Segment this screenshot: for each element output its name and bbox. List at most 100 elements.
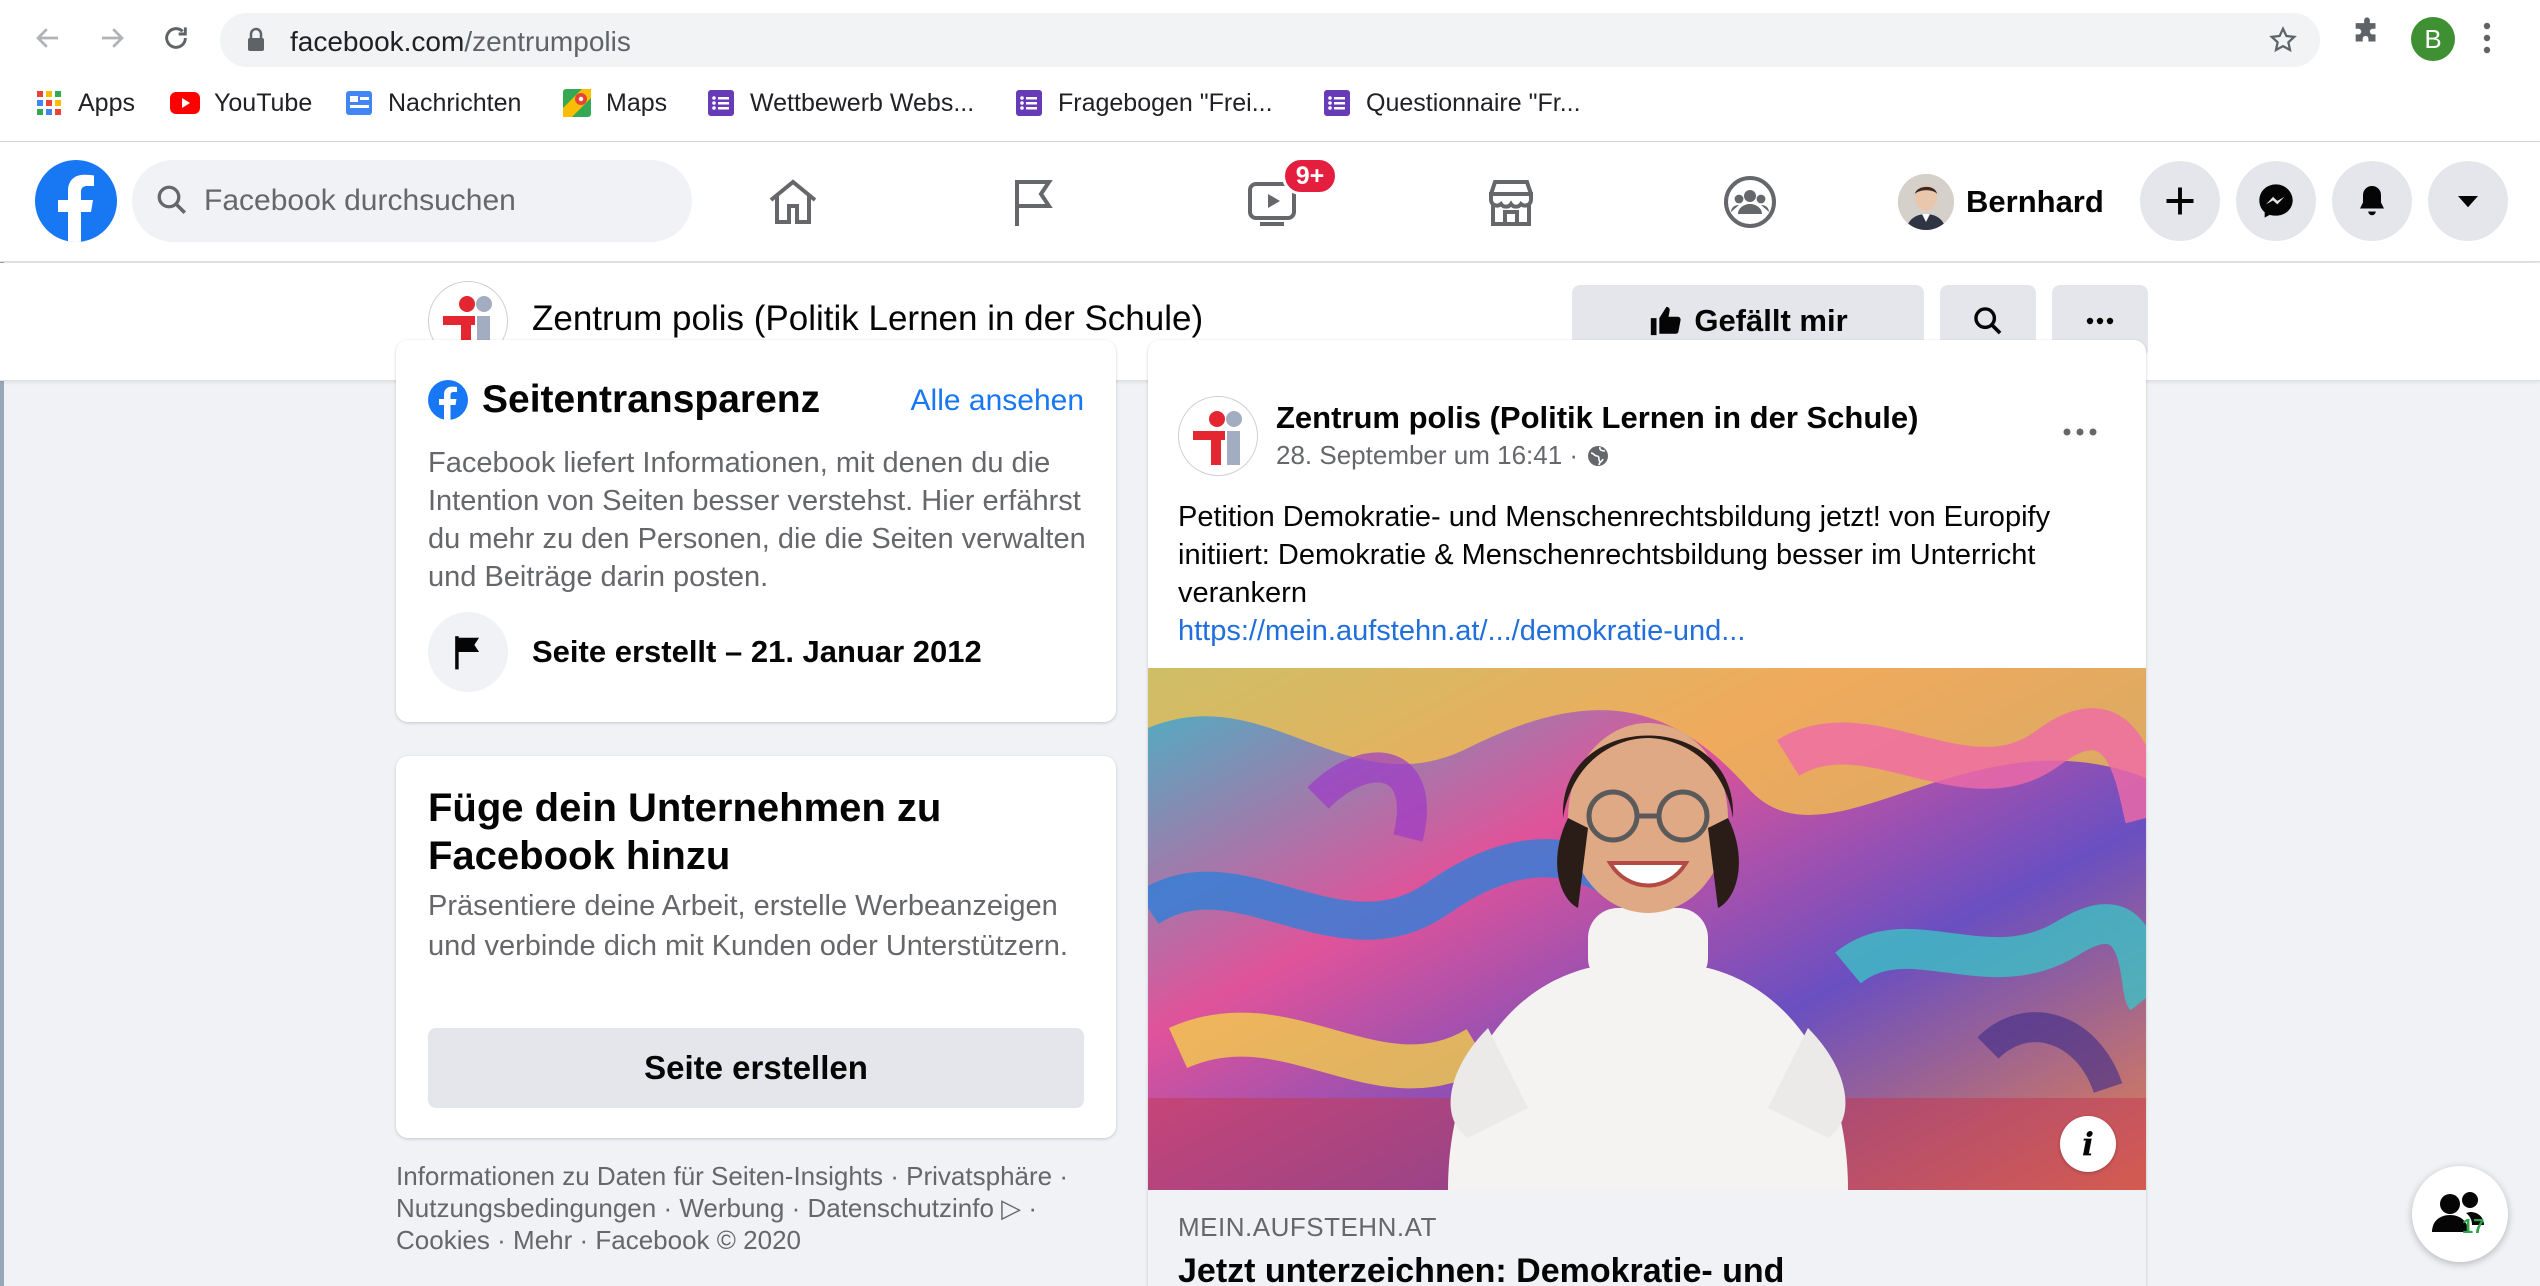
tab-marketplace[interactable] (1411, 142, 1611, 262)
messenger-button[interactable] (2236, 161, 2316, 241)
bookmark-fragebogen[interactable]: Fragebogen "Frei... (1014, 86, 1273, 120)
profile-name: Bernhard (1966, 184, 2104, 219)
tab-groups[interactable] (1650, 142, 1850, 262)
post-timestamp[interactable]: 28. September um 16:41 · (1276, 440, 1578, 471)
more-dots-icon (2086, 317, 2114, 325)
bookmark-label: Wettbewerb Webs... (750, 88, 975, 117)
post-body: Petition Demokratie- und Menschenrechtsb… (1178, 501, 2051, 609)
facebook-search-field[interactable] (132, 160, 692, 242)
page-title: Zentrum polis (Politik Lernen in der Sch… (532, 299, 1204, 338)
flag-icon (428, 612, 508, 692)
facebook-search-input[interactable] (204, 178, 664, 224)
bookmark-star-icon[interactable] (2268, 25, 2298, 60)
transparency-heading: Seitentransparenz (428, 378, 820, 422)
info-icon[interactable]: i (2060, 1116, 2116, 1172)
footer-line[interactable]: Cookies · Mehr · Facebook © 2020 (396, 1224, 1116, 1256)
arrow-left-icon (36, 28, 58, 48)
post-link-image[interactable]: i (1148, 668, 2146, 1190)
create-page-button[interactable]: Seite erstellen (428, 1028, 1084, 1108)
bell-icon (2360, 186, 2384, 216)
bookmark-youtube[interactable]: YouTube (170, 86, 312, 120)
post-link[interactable]: https://mein.aufstehn.at/.../demokratie-… (1178, 612, 2118, 650)
facebook-logo[interactable] (35, 160, 117, 242)
see-all-link[interactable]: Alle ansehen (911, 384, 1084, 418)
page-transparency-card: Seitentransparenz Alle ansehen Facebook … (396, 340, 1116, 722)
page-created-text: Seite erstellt – 21. Januar 2012 (532, 634, 982, 669)
bookmark-label: Fragebogen "Frei... (1058, 88, 1273, 117)
google-news-icon (344, 88, 374, 118)
notifications-button[interactable] (2332, 161, 2412, 241)
back-button[interactable] (26, 16, 70, 60)
browser-toolbar: facebook.com/zentrumpolis B Apps YouTube… (0, 0, 2540, 142)
create-page-description: Präsentiere deine Arbeit, erstelle Werbe… (428, 890, 1068, 962)
url-text: facebook.com/zentrumpolis (290, 26, 631, 57)
transparency-title: Seitentransparenz (482, 378, 821, 421)
post-meta: 28. September um 16:41 · (1276, 440, 1610, 471)
flag-icon (1015, 180, 1053, 226)
thumbs-up-icon (1651, 306, 1681, 336)
link-preview-title: Jetzt unterzeichnen: Demokratie- und (1178, 1252, 1785, 1286)
reload-icon (165, 27, 187, 49)
plus-icon (2166, 187, 2194, 215)
forms-icon (1322, 88, 1352, 118)
new-room-button[interactable]: 17 (2412, 1166, 2508, 1262)
browser-profile-avatar[interactable]: B (2411, 17, 2455, 61)
post-text: Petition Demokratie- und Menschenrechtsb… (1178, 498, 2118, 650)
bookmark-nachrichten[interactable]: Nachrichten (344, 86, 521, 120)
bookmark-label: YouTube (214, 88, 313, 117)
browser-menu-icon[interactable] (2480, 18, 2494, 63)
create-page-title: Füge dein Unternehmen zu Facebook hinzu (428, 786, 942, 878)
bookmark-label: Apps (78, 88, 135, 117)
marketplace-store-icon (1489, 180, 1533, 226)
youtube-icon (170, 88, 200, 118)
bookmark-label: Maps (606, 88, 668, 117)
bookmark-apps[interactable]: Apps (34, 86, 135, 120)
post-options-icon[interactable] (2062, 424, 2098, 442)
zentrum-polis-logo (1193, 411, 1242, 465)
bookmark-label: Questionnaire "Fr... (1366, 88, 1581, 117)
transparency-description: Facebook liefert Informationen, mit dene… (428, 447, 1086, 593)
post-card: Zentrum polis (Politik Lernen in der Sch… (1148, 340, 2146, 1286)
bookmarks-bar: Apps YouTube Nachrichten Maps Wettbewerb… (0, 80, 2540, 126)
bookmark-questionnaire[interactable]: Questionnaire "Fr... (1322, 86, 1581, 120)
tab-watch[interactable] (1172, 142, 1372, 262)
contacts-people-icon (2432, 1192, 2484, 1232)
post-author-avatar[interactable] (1178, 396, 1258, 476)
post-author-name[interactable]: Zentrum polis (Politik Lernen in der Sch… (1276, 400, 1918, 436)
tab-home[interactable] (693, 142, 893, 262)
like-label: Gefällt mir (1694, 303, 1848, 338)
maps-icon (562, 88, 592, 118)
profile-shortcut[interactable]: Bernhard (1898, 168, 2104, 236)
messenger-icon (2259, 184, 2293, 218)
tab-pages[interactable] (933, 142, 1133, 262)
watch-notification-badge: 9+ (1282, 157, 1338, 195)
bookmark-wettbewerb[interactable]: Wettbewerb Webs... (706, 86, 974, 120)
reload-button[interactable] (154, 16, 198, 60)
lock-icon (246, 27, 266, 58)
avatar (1898, 174, 1954, 230)
bookmark-maps[interactable]: Maps (562, 86, 667, 120)
create-button[interactable] (2140, 161, 2220, 241)
account-menu-button[interactable] (2428, 161, 2508, 241)
address-bar[interactable]: facebook.com/zentrumpolis (220, 13, 2320, 67)
apps-grid-icon (34, 88, 64, 118)
caret-down-icon (2458, 196, 2478, 208)
page-created-row: Seite erstellt – 21. Januar 2012 (428, 612, 982, 692)
home-icon (769, 179, 817, 224)
contacts-count: 17 (2462, 1216, 2485, 1238)
graffiti-photo (1148, 668, 2146, 1190)
link-preview-domain: MEIN.AUFSTEHN.AT (1178, 1212, 1437, 1242)
globe-icon (1588, 445, 1609, 466)
search-icon (1974, 307, 2002, 335)
link-preview[interactable]: MEIN.AUFSTEHN.AT Jetzt unterzeichnen: De… (1148, 1190, 2146, 1286)
extensions-puzzle-icon[interactable] (2350, 16, 2384, 55)
create-page-card: Füge dein Unternehmen zu Facebook hinzu … (396, 756, 1116, 1138)
forward-button[interactable] (90, 16, 134, 60)
footer-line[interactable]: Informationen zu Daten für Seiten-Insigh… (396, 1160, 1116, 1192)
bookmark-label: Nachrichten (388, 88, 522, 117)
search-icon (154, 182, 190, 223)
facebook-icon (428, 380, 468, 420)
groups-icon (1724, 176, 1776, 228)
footer-line[interactable]: Nutzungsbedingungen · Werbung · Datensch… (396, 1192, 1116, 1224)
forms-icon (706, 88, 736, 118)
